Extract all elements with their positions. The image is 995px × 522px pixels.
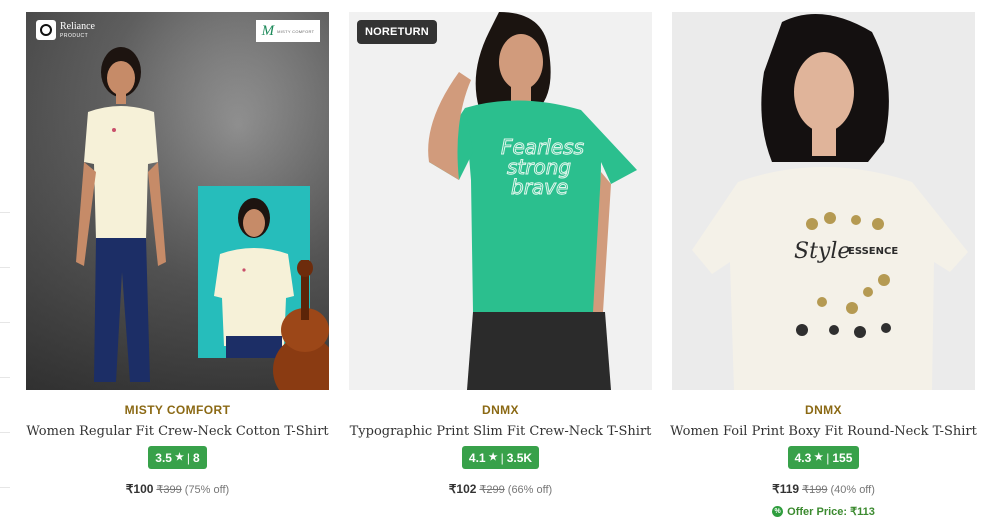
rating-separator: | [500, 450, 504, 465]
mrp-price: ₹399 [156, 484, 182, 496]
rating-value: 4.3 [794, 450, 812, 465]
product-card[interactable]: Reliance PRODUCT M MISTY COMFORT MISTY C… [26, 12, 329, 518]
left-filter-edge [0, 0, 12, 522]
svg-text:ESSENCE: ESSENCE [848, 246, 898, 257]
divider [0, 322, 10, 323]
product-title[interactable]: Women Foil Print Boxy Fit Round-Neck T-S… [670, 424, 977, 439]
mrp-price: ₹199 [802, 484, 828, 496]
cello-decor [273, 260, 329, 390]
logo-subtext: PRODUCT [60, 32, 89, 39]
product-title[interactable]: Women Regular Fit Crew-Neck Cotton T-Shi… [26, 424, 328, 439]
divider [0, 432, 10, 433]
star-icon: ★ [174, 452, 184, 463]
product-card[interactable]: Style ESSENCE DNMX Women Foil Print Boxy… [670, 12, 977, 518]
misty-comfort-logo: M MISTY COMFORT [256, 20, 320, 42]
svg-text:Style: Style [794, 239, 850, 264]
divider [0, 267, 10, 268]
product-image[interactable]: Fearless strong brave NORETURN [349, 12, 652, 390]
rating-badge: 4.3 ★ | 155 [787, 446, 860, 469]
divider [0, 212, 10, 213]
discount-text: (75% off) [184, 484, 230, 496]
selling-price: ₹102 [448, 482, 477, 496]
rating-separator: | [186, 450, 191, 465]
rating-value: 3.5 [155, 450, 172, 465]
divider [0, 377, 10, 378]
offer-tag-icon: % [772, 506, 784, 517]
product-photo: Style ESSENCE [692, 14, 968, 390]
review-count: 155 [832, 450, 853, 465]
logo-text: Reliance [60, 20, 95, 32]
divider [0, 487, 10, 488]
product-title[interactable]: Typographic Print Slim Fit Crew-Neck T-S… [350, 424, 652, 439]
product-brand: DNMX [805, 403, 842, 417]
product-brand: DNMX [482, 403, 519, 417]
product-image[interactable]: Reliance PRODUCT M MISTY COMFORT [26, 12, 329, 390]
product-grid: Reliance PRODUCT M MISTY COMFORT MISTY C… [26, 12, 977, 518]
discount-text: (66% off) [507, 484, 553, 496]
reliance-mark-icon [36, 20, 56, 40]
product-image[interactable]: Style ESSENCE [672, 12, 975, 390]
price-row: ₹100 ₹399 (75% off) [126, 482, 229, 496]
offer-price: % Offer Price: ₹113 [772, 505, 875, 518]
noreturn-badge: NORETURN [357, 20, 437, 44]
price-row: ₹102 ₹299 (66% off) [449, 482, 552, 496]
logo-text: MISTY COMFORT [277, 28, 315, 34]
svg-text:brave: brave [511, 175, 568, 199]
rating-value: 4.1 [468, 450, 486, 465]
review-count: 3.5K [506, 450, 533, 465]
rating-separator: | [826, 450, 830, 465]
selling-price: ₹100 [125, 482, 154, 496]
review-count: 8 [193, 450, 200, 465]
product-photo: Fearless strong brave [428, 12, 637, 390]
product-card[interactable]: Fearless strong brave NORETURN DNMX Typo… [349, 12, 652, 518]
rating-badge: 4.1 ★ | 3.5K [461, 446, 540, 469]
selling-price: ₹119 [772, 482, 800, 496]
reliance-logo: Reliance PRODUCT [36, 20, 95, 40]
price-row: ₹119 ₹199 (40% off) [772, 482, 875, 496]
logo-mark: M [261, 22, 275, 39]
discount-text: (40% off) [830, 484, 875, 496]
rating-badge: 3.5 ★ | 8 [148, 446, 207, 469]
product-brand: MISTY COMFORT [124, 403, 231, 417]
star-icon: ★ [488, 452, 498, 463]
offer-price-text: Offer Price: ₹113 [787, 506, 875, 518]
star-icon: ★ [814, 452, 824, 463]
mrp-price: ₹299 [479, 484, 505, 496]
